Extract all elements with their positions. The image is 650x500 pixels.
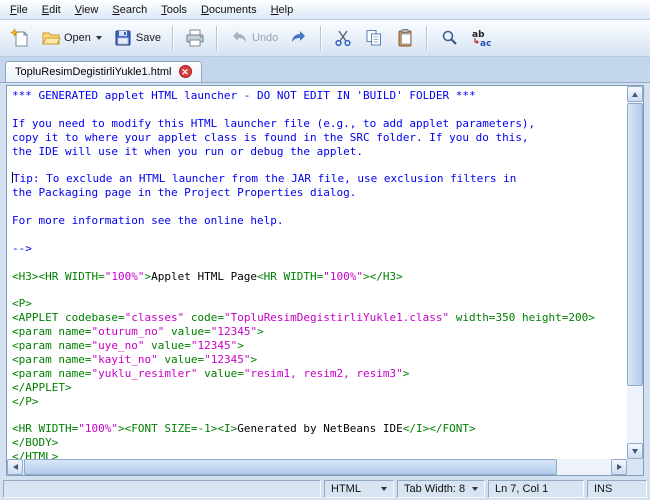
save-button-label: Save [135, 32, 161, 44]
status-tab-width-selector[interactable]: Tab Width: 8 [397, 480, 485, 498]
status-tab-width-value: Tab Width: 8 [404, 483, 466, 495]
status-insert-mode-value: INS [594, 483, 613, 495]
code-line: If you need to modify this HTML launcher… [12, 116, 536, 130]
toolbar-separator [320, 26, 323, 50]
code-line: For more information see the online help… [12, 214, 284, 228]
editor-window: File Edit View Search Tools Documents Help Ope… [0, 0, 650, 500]
code-line: <APPLET codebase="classes" code="TopluRe… [12, 311, 595, 325]
code-line: <param name="oturum_no" value="12345"> [12, 325, 264, 339]
status-syntax-mode-value: HTML [331, 483, 361, 495]
tab-bar: TopluResimDegistirliYukle1.html ✕ [0, 57, 650, 83]
horizontal-scrollbar[interactable] [7, 459, 627, 475]
arrow-up-icon [632, 91, 638, 97]
status-insert-mode: INS [587, 480, 647, 498]
menu-item-help[interactable]: Help [264, 2, 301, 18]
undo-button[interactable]: Undo [224, 24, 283, 52]
menu-bar: File Edit View Search Tools Documents Help [0, 0, 650, 20]
code-line: </HTML> [12, 450, 59, 459]
code-line: *** GENERATED applet HTML launcher - DO … [12, 89, 476, 102]
menu-item-edit[interactable]: Edit [35, 2, 68, 18]
menu-item-documents[interactable]: Documents [194, 2, 264, 18]
code-line: <H3><HR WIDTH="100%">Applet HTML Page<HR… [12, 269, 403, 283]
copy-button[interactable] [359, 24, 389, 52]
open-dropdown-arrow-icon[interactable] [95, 36, 102, 40]
menu-item-tools[interactable]: Tools [154, 2, 194, 18]
save-button[interactable]: Save [108, 24, 166, 52]
code-editor-text[interactable]: *** GENERATED applet HTML launcher - DO … [7, 86, 627, 459]
svg-text:ac: ac [480, 39, 491, 48]
tab-title: TopluResimDegistirliYukle1.html [15, 65, 172, 78]
print-button[interactable] [180, 24, 210, 52]
status-message-panel [3, 480, 321, 498]
menu-item-view[interactable]: View [68, 2, 106, 18]
editor-area[interactable]: *** GENERATED applet HTML launcher - DO … [6, 85, 644, 476]
status-syntax-mode-selector[interactable]: HTML [324, 480, 394, 498]
menu-item-search[interactable]: Search [105, 2, 154, 18]
paste-button[interactable] [390, 24, 420, 52]
code-line: the Packaging page in the Project Proper… [12, 186, 357, 200]
status-caret-position-value: Ln 7, Col 1 [495, 483, 549, 495]
code-line: </BODY> [12, 436, 59, 450]
new-document-button[interactable] [5, 24, 35, 52]
code-line: <param name="uye_no" value="12345"> [12, 339, 244, 353]
open-folder-icon [41, 28, 61, 48]
toolbar: Open Save Undo ab ac [0, 20, 650, 57]
toolbar-separator [172, 26, 174, 50]
code-line: <P> [12, 297, 32, 311]
redo-icon [289, 28, 309, 48]
code-line: </P> [12, 394, 39, 408]
code-line: <param name="yuklu_resimler" value="resi… [12, 366, 410, 380]
undo-icon [229, 28, 249, 48]
arrow-down-icon [632, 448, 638, 454]
find-magnifier-icon [439, 28, 459, 48]
print-icon [185, 28, 205, 48]
replace-ab-ac-icon: ab ac [470, 28, 492, 48]
horizontal-scrollbar-thumb[interactable] [24, 459, 558, 475]
tab-width-dropdown-icon [472, 487, 478, 491]
tab-document[interactable]: TopluResimDegistirliYukle1.html ✕ [5, 61, 202, 82]
arrow-right-icon [616, 464, 622, 470]
find-button[interactable] [434, 24, 464, 52]
open-button[interactable]: Open [36, 24, 107, 52]
code-line: the IDE will use it when you run or debu… [12, 144, 363, 158]
status-bar: HTML Tab Width: 8 Ln 7, Col 1 INS [0, 478, 650, 500]
toolbar-separator [426, 26, 429, 50]
scroll-right-button[interactable] [611, 459, 627, 475]
code-line: --> [12, 241, 32, 255]
replace-button[interactable]: ab ac [465, 24, 497, 52]
cut-button[interactable] [328, 24, 358, 52]
save-icon [113, 28, 133, 48]
vertical-scrollbar[interactable] [627, 86, 643, 459]
redo-button[interactable] [284, 24, 314, 52]
status-caret-position: Ln 7, Col 1 [488, 480, 584, 498]
scroll-up-button[interactable] [627, 86, 643, 102]
syntax-mode-dropdown-icon [381, 487, 387, 491]
toolbar-separator [216, 26, 218, 50]
tab-close-icon[interactable]: ✕ [178, 65, 192, 78]
copy-icon [364, 28, 384, 48]
cut-scissors-icon [333, 28, 353, 48]
scrollbar-corner [627, 459, 643, 475]
code-line: <HR WIDTH="100%"><FONT SIZE=-1><I>Genera… [12, 422, 476, 436]
vertical-scrollbar-thumb[interactable] [627, 103, 643, 387]
code-line: </APPLET> [12, 380, 72, 394]
menu-item-file[interactable]: File [3, 2, 35, 18]
new-document-icon [10, 28, 30, 48]
scroll-left-button[interactable] [7, 459, 23, 475]
paste-clipboard-icon [395, 28, 415, 48]
arrow-left-icon [12, 464, 18, 470]
code-line: copy it to where your applet class is fo… [12, 130, 529, 144]
open-button-label: Open [64, 32, 91, 44]
scroll-down-button[interactable] [627, 443, 643, 459]
code-line: Tip: To exclude an HTML launcher from th… [12, 172, 517, 186]
undo-button-label: Undo [252, 32, 279, 44]
code-line: <param name="kayit_no" value="12345"> [12, 352, 258, 366]
